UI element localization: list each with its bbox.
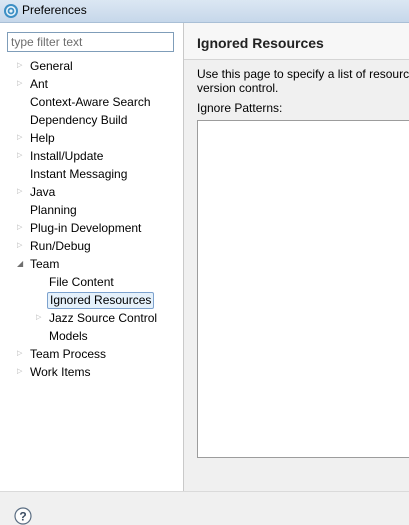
ignore-patterns-label: Ignore Patterns: (197, 101, 283, 115)
description-line: Use this page to specify a list of resou… (197, 67, 409, 81)
title-bar: Preferences (0, 0, 409, 23)
tree-item-label: Dependency Build (30, 113, 128, 127)
collapsed-arrow-icon[interactable]: ▷ (17, 350, 25, 358)
page-header: Ignored Resources (184, 23, 409, 60)
collapsed-arrow-icon[interactable]: ▷ (17, 224, 25, 232)
tree-item[interactable]: Instant Messaging (28, 165, 129, 183)
tree-item-label: Help (30, 131, 55, 145)
navigation-pane: ▷ General ▷ Ant Context-Aware Search Dependen… (0, 23, 184, 491)
tree-item-label: Team (30, 257, 60, 271)
tree-item[interactable]: Context-Aware Search (28, 93, 153, 111)
tree-item[interactable]: ◢ Team (17, 255, 61, 273)
collapsed-arrow-icon[interactable]: ▷ (17, 368, 25, 376)
tree-item[interactable]: ▷ Java (17, 183, 57, 201)
preference-page: Ignored Resources Use this page to speci… (184, 23, 409, 491)
tree-item[interactable]: Planning (28, 201, 79, 219)
tree-item[interactable]: ▷ General (17, 57, 75, 75)
collapsed-arrow-icon[interactable]: ▷ (17, 152, 25, 160)
tree-item-label: Jazz Source Control (49, 311, 158, 325)
help-icon[interactable]: ? (14, 507, 32, 525)
filter-input[interactable] (7, 32, 174, 52)
preferences-app-icon (4, 4, 18, 18)
tree-item-label: General (30, 59, 73, 73)
tree-item-label: Work Items (30, 365, 91, 379)
tree-item-label: File Content (49, 275, 114, 289)
collapsed-arrow-icon[interactable]: ▷ (17, 134, 25, 142)
tree-item-label: Run/Debug (30, 239, 91, 253)
tree-item-label: Plug-in Development (30, 221, 142, 235)
tree-item-label: Instant Messaging (30, 167, 128, 181)
tree-item[interactable]: ▷ Plug-in Development (17, 219, 143, 237)
tree-item[interactable]: ▷ Install/Update (17, 147, 105, 165)
tree-item-label: Planning (30, 203, 77, 217)
page-title: Ignored Resources (197, 35, 324, 51)
button-bar: ? (0, 491, 409, 525)
tree-item-label: Ant (30, 77, 49, 91)
tree-child-item[interactable]: Models (47, 327, 90, 345)
tree-item[interactable]: ▷ Team Process (17, 345, 108, 363)
svg-text:?: ? (19, 510, 26, 524)
collapsed-arrow-icon[interactable]: ▷ (36, 314, 44, 322)
tree-item[interactable]: Dependency Build (28, 111, 129, 129)
tree-item-label: Team Process (30, 347, 107, 361)
tree-item-label: Java (30, 185, 56, 199)
tree-child-item[interactable]: ▷ Jazz Source Control (36, 309, 159, 327)
page-description: Use this page to specify a list of resou… (197, 67, 409, 95)
tree-item[interactable]: ▷ Ant (17, 75, 50, 93)
tree-item[interactable]: ▷ Work Items (17, 363, 92, 381)
tree-item[interactable]: ▷ Help (17, 129, 57, 147)
collapsed-arrow-icon[interactable]: ▷ (17, 188, 25, 196)
ignore-patterns-list[interactable] (197, 120, 409, 458)
collapsed-arrow-icon[interactable]: ▷ (17, 242, 25, 250)
tree-child-item[interactable]: File Content (47, 273, 116, 291)
tree-item-label: Ignored Resources (47, 292, 155, 309)
window-title: Preferences (22, 3, 87, 17)
tree-item[interactable]: ▷ Run/Debug (17, 237, 93, 255)
expanded-arrow-icon[interactable]: ◢ (17, 260, 25, 268)
tree-item-label: Context-Aware Search (30, 95, 151, 109)
collapsed-arrow-icon[interactable]: ▷ (17, 62, 25, 70)
collapsed-arrow-icon[interactable]: ▷ (17, 80, 25, 88)
tree-child-item[interactable]: Ignored Resources (47, 291, 155, 309)
tree-item-label: Install/Update (30, 149, 104, 163)
description-line: version control. (197, 81, 279, 95)
tree-item-label: Models (49, 329, 88, 343)
